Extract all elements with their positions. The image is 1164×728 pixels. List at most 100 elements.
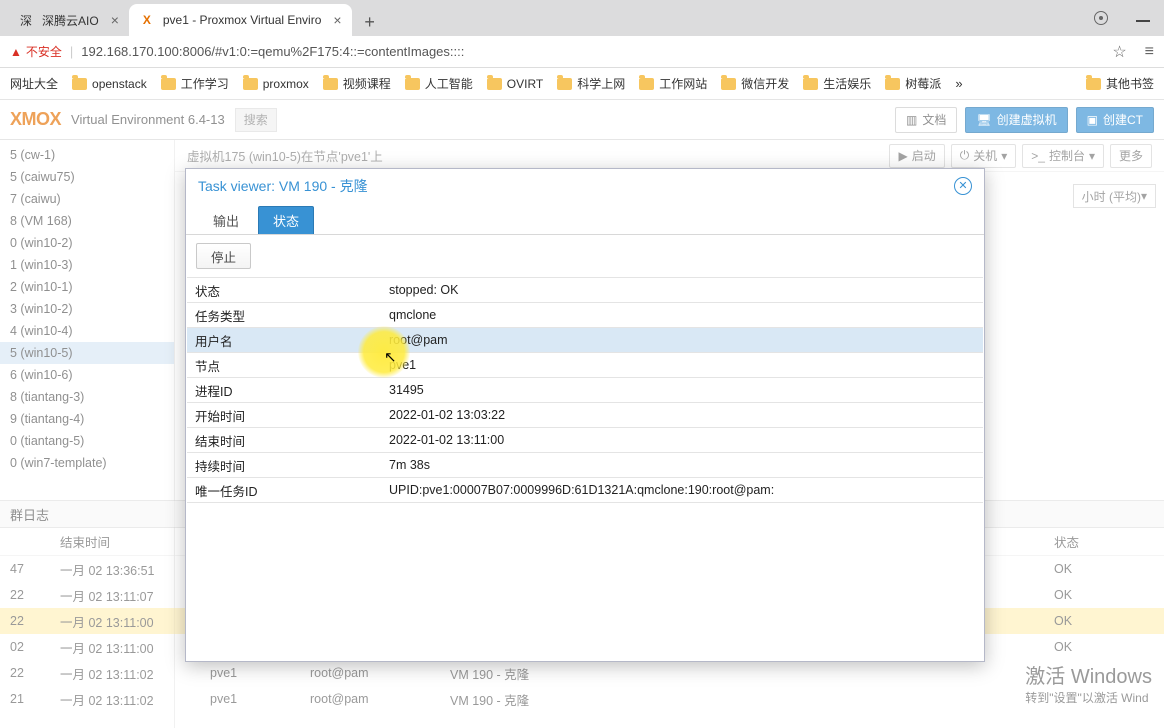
bookmark-item[interactable]: proxmox xyxy=(243,77,309,91)
modal-titlebar[interactable]: Task viewer: VM 190 - 克隆 ✕ xyxy=(186,169,984,203)
chevron-down-icon: ▾ xyxy=(1001,149,1007,163)
bookmark-item[interactable]: 科学上网 xyxy=(557,75,625,92)
log-status: OK xyxy=(1054,588,1164,602)
bookmark-label: 网址大全 xyxy=(10,75,58,92)
tree-node[interactable]: 2 (win10-1) xyxy=(0,276,174,298)
url-text[interactable]: 192.168.170.100:8006/#v1:0:=qemu%2F175:4… xyxy=(81,44,464,59)
create-vm-button[interactable]: 🖥创建虚拟机 xyxy=(965,107,1067,133)
tab-title-2: pve1 - Proxmox Virtual Enviro xyxy=(163,13,322,27)
console-button[interactable]: >_ 控制台 ▾ xyxy=(1022,144,1104,168)
minimize-icon[interactable] xyxy=(1136,20,1150,22)
tree-node[interactable]: 5 (win10-5) xyxy=(0,342,174,364)
status-row[interactable]: 唯一任务IDUPID:pve1:00007B07:0009996D:61D132… xyxy=(187,478,983,503)
tree-node[interactable]: 8 (VM 168) xyxy=(0,210,174,232)
bookmark-item[interactable]: 网址大全 xyxy=(10,75,58,92)
tree-node[interactable]: 0 (win7-template) xyxy=(0,452,174,474)
account-icon[interactable] xyxy=(1094,11,1108,25)
status-key: 节点 xyxy=(187,356,385,375)
docs-button[interactable]: ▥文档 xyxy=(895,107,957,133)
tab-status[interactable]: 状态 xyxy=(258,206,314,234)
more-label: 更多 xyxy=(1119,147,1143,164)
status-row[interactable]: 任务类型qmclone xyxy=(187,303,983,328)
other-bookmarks[interactable]: 其他书签 xyxy=(1086,75,1154,92)
bookmark-label: 树莓派 xyxy=(905,75,941,92)
bookmark-item[interactable]: 生活娱乐 xyxy=(803,75,871,92)
tree-node[interactable]: 9 (tiantang-4) xyxy=(0,408,174,430)
status-key: 用户名 xyxy=(187,331,385,350)
status-row[interactable]: 持续时间7m 38s xyxy=(187,453,983,478)
bookmark-item[interactable]: 工作学习 xyxy=(161,75,229,92)
log-node: pve1 xyxy=(210,666,310,680)
warning-icon: ▲ xyxy=(10,45,22,59)
bookmark-label: 视频课程 xyxy=(343,75,391,92)
bookmark-item[interactable]: openstack xyxy=(72,77,147,91)
status-row[interactable]: 用户名root@pam xyxy=(187,328,983,353)
tree-node[interactable]: 6 (win10-6) xyxy=(0,364,174,386)
bookmarks-overflow[interactable]: » xyxy=(955,76,962,91)
tree-node[interactable]: 0 (win10-2) xyxy=(0,232,174,254)
bookmark-star-icon[interactable]: ☆ xyxy=(1112,42,1126,62)
bookmark-item[interactable]: 树莓派 xyxy=(885,75,941,92)
folder-icon xyxy=(161,78,176,90)
log-node: pve1 xyxy=(210,692,310,706)
new-tab-button[interactable]: + xyxy=(356,8,384,36)
log-desc: VM 190 - 克隆 xyxy=(450,664,1054,683)
docs-label: 文档 xyxy=(922,111,946,128)
status-row[interactable]: 状态stopped: OK xyxy=(187,278,983,303)
timerange-label: 小时 (平均) xyxy=(1082,188,1141,205)
tree-node[interactable]: 7 (caiwu) xyxy=(0,188,174,210)
close-icon[interactable]: × xyxy=(333,12,341,28)
browser-tab-1[interactable]: 深 深腾云AIO × xyxy=(8,4,129,36)
log-status: OK xyxy=(1054,562,1164,576)
create-vm-label: 创建虚拟机 xyxy=(997,111,1057,128)
bookmark-item[interactable]: 工作网站 xyxy=(639,75,707,92)
close-icon[interactable]: × xyxy=(111,12,119,28)
shutdown-button[interactable]: ⏻关机 ▾ xyxy=(951,144,1017,168)
status-row[interactable]: 进程ID31495 xyxy=(187,378,983,403)
more-button[interactable]: 更多 xyxy=(1110,144,1152,168)
bookmark-item[interactable]: 人工智能 xyxy=(405,75,473,92)
tree-node[interactable]: 3 (win10-2) xyxy=(0,298,174,320)
folder-icon xyxy=(243,78,258,90)
favicon-1: 深 xyxy=(18,12,34,28)
tree-node[interactable]: 0 (tiantang-5) xyxy=(0,430,174,452)
tree-node[interactable]: 5 (cw-1) xyxy=(0,144,174,166)
timerange-dropdown[interactable]: 小时 (平均) ▾ xyxy=(1073,184,1156,208)
log-row[interactable]: 21一月 02 13:11:02pve1root@pamVM 190 - 克隆 xyxy=(0,686,1164,712)
bookmark-item[interactable]: OVIRT xyxy=(487,77,543,91)
log-desc: VM 190 - 克隆 xyxy=(450,690,1054,709)
status-row[interactable]: 开始时间2022-01-02 13:03:22 xyxy=(187,403,983,428)
tree-node[interactable]: 4 (win10-4) xyxy=(0,320,174,342)
log-row[interactable]: 22一月 02 13:11:02pve1root@pamVM 190 - 克隆 xyxy=(0,660,1164,686)
product-version: Virtual Environment 6.4-13 xyxy=(71,112,225,127)
browser-tab-2[interactable]: X pve1 - Proxmox Virtual Enviro × xyxy=(129,4,352,36)
insecure-badge[interactable]: ▲ 不安全 xyxy=(10,43,62,60)
proxmox-logo: XMOX xyxy=(10,109,61,130)
bookmark-item[interactable]: 微信开发 xyxy=(721,75,789,92)
log-user: root@pam xyxy=(310,692,450,706)
reader-icon[interactable]: ≡ xyxy=(1145,43,1154,61)
status-row[interactable]: 节点pve1 xyxy=(187,353,983,378)
search-input[interactable]: 搜索 xyxy=(235,108,277,132)
tree-node[interactable]: 5 (caiwu75) xyxy=(0,166,174,188)
play-icon: ▶ xyxy=(898,149,907,163)
stop-button[interactable]: 停止 xyxy=(196,243,251,269)
folder-icon xyxy=(721,78,736,90)
terminal-icon: >_ xyxy=(1031,149,1045,163)
tab-output[interactable]: 输出 xyxy=(198,206,254,234)
close-icon[interactable]: ✕ xyxy=(954,177,972,195)
bookmark-label: 工作网站 xyxy=(659,75,707,92)
status-row[interactable]: 结束时间2022-01-02 13:11:00 xyxy=(187,428,983,453)
bookmark-label: openstack xyxy=(92,77,147,91)
bookmark-label: 生活娱乐 xyxy=(823,75,871,92)
tree-node[interactable]: 8 (tiantang-3) xyxy=(0,386,174,408)
log-end: 一月 02 13:11:02 xyxy=(60,664,210,683)
browser-tab-strip: 深 深腾云AIO × X pve1 - Proxmox Virtual Envi… xyxy=(0,0,1164,36)
start-button[interactable]: ▶启动 xyxy=(889,144,944,168)
tree-node[interactable]: 1 (win10-3) xyxy=(0,254,174,276)
console-label: 控制台 xyxy=(1049,147,1085,164)
insecure-label: 不安全 xyxy=(26,43,62,60)
bookmark-item[interactable]: 视频课程 xyxy=(323,75,391,92)
chevron-down-icon: ▾ xyxy=(1089,149,1095,163)
create-ct-button[interactable]: ▣创建CT xyxy=(1076,107,1154,133)
